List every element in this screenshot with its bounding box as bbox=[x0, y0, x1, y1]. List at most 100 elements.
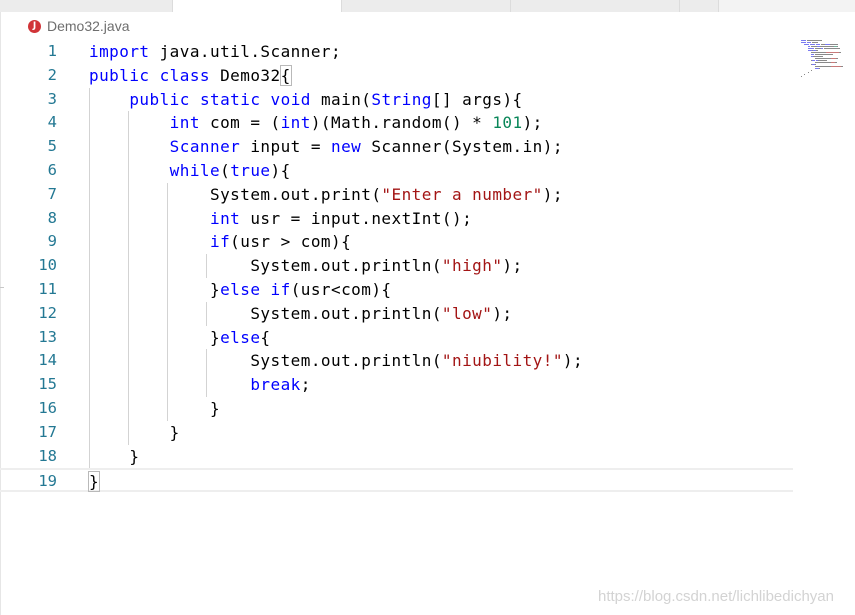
code-line[interactable]: 16 } bbox=[0, 397, 793, 421]
keyword-token: import bbox=[89, 42, 150, 61]
code-text[interactable]: int com = (int)(Math.random() * 101); bbox=[89, 111, 543, 135]
minimap-line bbox=[811, 54, 814, 55]
code-token: ); bbox=[502, 256, 523, 276]
keyword-token: true bbox=[230, 161, 271, 180]
minimap-line bbox=[836, 46, 839, 47]
minimap-line bbox=[816, 44, 820, 45]
minimap-line bbox=[835, 58, 838, 59]
line-number: 16 bbox=[38, 399, 57, 417]
code-text[interactable]: } bbox=[89, 421, 180, 445]
code-text[interactable]: while(true){ bbox=[89, 159, 291, 183]
minimap-line bbox=[807, 72, 809, 73]
line-number: 18 bbox=[38, 446, 57, 465]
code-line[interactable]: 7 System.out.print("Enter a number"); bbox=[0, 183, 793, 207]
line-number: 8 bbox=[47, 208, 57, 227]
editor-tab-demo32[interactable]: J Demo32.java bbox=[28, 16, 130, 36]
code-line[interactable]: 11 }else if(usr<com){ bbox=[0, 278, 793, 302]
keyword-token: new bbox=[331, 137, 362, 157]
code-line[interactable]: 14 System.out.println("niubility!"); bbox=[0, 349, 793, 373]
minimap-line bbox=[816, 50, 818, 51]
line-number: 4 bbox=[47, 113, 57, 132]
code-token: System.out.println( bbox=[89, 351, 442, 371]
code-text[interactable]: System.out.print("Enter a number"); bbox=[89, 183, 563, 207]
minimap-line bbox=[820, 48, 824, 49]
code-line[interactable]: 9 if(usr > com){ bbox=[0, 230, 793, 254]
keyword-token: int bbox=[169, 113, 200, 133]
minimap-line bbox=[812, 60, 816, 61]
minimap[interactable] bbox=[800, 40, 855, 78]
code-text[interactable]: public class Demo32{ bbox=[89, 64, 292, 88]
code-line[interactable]: 17 } bbox=[0, 421, 793, 445]
code-line[interactable]: 1 import java.util.Scanner; bbox=[0, 40, 793, 64]
string-token: "niubility!" bbox=[441, 351, 563, 371]
minimap-line bbox=[819, 46, 835, 47]
code-text[interactable]: System.out.println("high"); bbox=[89, 254, 523, 278]
code-token: } bbox=[89, 280, 221, 299]
code-text[interactable]: } bbox=[89, 445, 139, 469]
minimap-line bbox=[815, 64, 817, 65]
code-line[interactable]: 4 int com = (int)(Math.random() * 101); bbox=[0, 111, 793, 135]
code-text[interactable]: int usr = input.nextInt(); bbox=[89, 207, 472, 231]
code-token: com = ( bbox=[199, 113, 281, 133]
code-text[interactable]: System.out.println("niubility!"); bbox=[89, 349, 583, 373]
line-number: 5 bbox=[47, 137, 57, 156]
code-line[interactable]: 6 while(true){ bbox=[0, 159, 793, 183]
code-text[interactable]: System.out.println("low"); bbox=[89, 302, 513, 326]
code-token: System.out.println( bbox=[89, 303, 442, 323]
line-number: 1 bbox=[47, 42, 57, 60]
watermark: https://blog.csdn.net/lichlibedichyan bbox=[598, 588, 834, 605]
java-file-icon: J bbox=[28, 19, 41, 33]
code-line[interactable]: 19} bbox=[0, 468, 793, 494]
tab-strip-segment[interactable] bbox=[0, 0, 173, 12]
code-text[interactable]: Scanner input = new Scanner(System.in); bbox=[89, 135, 563, 159]
code-line[interactable]: 3 public static void main(String[] args)… bbox=[0, 88, 793, 112]
code-text[interactable]: }else if(usr<com){ bbox=[89, 278, 392, 302]
minimap-line bbox=[801, 40, 807, 41]
minimap-line bbox=[829, 44, 838, 45]
code-line[interactable]: 12 System.out.println("low"); bbox=[0, 302, 793, 326]
minimap-line bbox=[818, 60, 827, 61]
code-text[interactable]: } bbox=[89, 397, 220, 421]
minimap-line bbox=[810, 44, 816, 45]
code-line[interactable]: 5 Scanner input = new Scanner(System.in)… bbox=[0, 135, 793, 159]
keyword-token: int bbox=[210, 208, 241, 228]
keyword-token: void bbox=[270, 89, 311, 109]
tab-strip-segment[interactable] bbox=[342, 0, 511, 12]
code-token: ( bbox=[220, 161, 231, 180]
code-token: } bbox=[89, 327, 221, 347]
minimap-line bbox=[806, 40, 823, 41]
code-line[interactable]: 18 } bbox=[0, 445, 793, 469]
code-line[interactable]: 8 int usr = input.nextInt(); bbox=[0, 207, 793, 231]
code-line[interactable]: 13 }else{ bbox=[0, 326, 793, 350]
code-token: } bbox=[89, 446, 140, 466]
code-line[interactable]: 2 public class Demo32{ bbox=[0, 64, 793, 88]
code-token: [] args){ bbox=[431, 89, 523, 109]
string-token: "Enter a number" bbox=[381, 184, 543, 204]
minimap-line bbox=[818, 68, 820, 69]
code-line[interactable]: 15 break; bbox=[0, 373, 793, 397]
code-line[interactable]: 10 System.out.println("high"); bbox=[0, 254, 793, 278]
line-number: 2 bbox=[47, 65, 57, 84]
code-text[interactable]: }else{ bbox=[89, 326, 271, 350]
minimap-line bbox=[811, 70, 813, 71]
code-text[interactable]: public static void main(String[] args){ bbox=[89, 88, 523, 112]
code-token: { bbox=[260, 327, 271, 347]
code-token: (usr > com){ bbox=[230, 232, 352, 252]
code-text[interactable]: break; bbox=[89, 373, 311, 397]
tab-strip-segment[interactable] bbox=[511, 0, 680, 12]
keyword-token: public bbox=[129, 89, 190, 109]
minimap-line bbox=[814, 62, 831, 63]
tab-strip-segment[interactable] bbox=[680, 0, 719, 12]
code-editor[interactable]: 1 import java.util.Scanner; 2 public class … bbox=[0, 40, 800, 500]
code-text[interactable]: import java.util.Scanner; bbox=[89, 40, 341, 64]
minimap-line bbox=[840, 66, 843, 67]
tab-strip-segment-active[interactable] bbox=[173, 0, 342, 12]
code-text[interactable]: } bbox=[87, 470, 101, 494]
